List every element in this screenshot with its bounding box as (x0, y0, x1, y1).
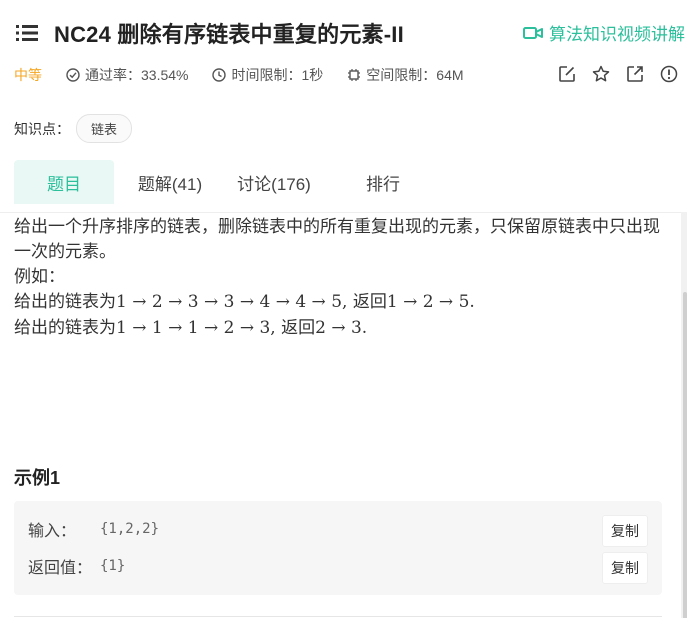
problem-tabs: 题目 题解(41) 讨论(176) 排行 (14, 160, 426, 204)
knowledge-tag[interactable]: 链表 (76, 114, 133, 143)
example-input-row: 输入： {1,2,2} 复制 (28, 514, 648, 547)
info-icon[interactable] (659, 64, 679, 84)
section-divider (14, 616, 662, 617)
input-label: 输入： (28, 523, 77, 540)
example-1-mid: , 返回 (342, 292, 387, 312)
problem-meta: 中等 通过率：33.54% 时间限制：1秒 空间限制：64M (14, 64, 488, 86)
tab-ranking[interactable]: 排行 (340, 160, 426, 204)
problem-header: NC24 删除有序链表中重复的元素-II 算法知识视频讲解 (0, 0, 687, 64)
content-divider (0, 212, 687, 213)
example-title: 示例1 (14, 468, 61, 488)
check-circle-icon (66, 68, 80, 82)
problem-description: 给出一个升序排序的链表，删除链表中的所有重复出现的元素，只保留原链表中只出现一次… (14, 214, 664, 341)
star-icon[interactable] (591, 64, 611, 84)
knowledge-points: 知识点： 链表 (14, 114, 133, 143)
tab-discussion[interactable]: 讨论(176) (220, 160, 328, 204)
chip-icon (348, 69, 361, 81)
time-limit: 时间限制：1秒 (212, 65, 323, 85)
tab-solutions[interactable]: 题解(41) (120, 160, 220, 204)
pass-rate-text: 通过率：33.54% (85, 67, 189, 83)
example-intro: 例如： (14, 267, 65, 286)
example-1-result: 1 → 2 → 5. (386, 292, 475, 312)
input-value: {1,2,2} (100, 521, 160, 537)
video-explanation-link[interactable]: 算法知识视频讲解 (523, 20, 685, 45)
difficulty-badge: 中等 (14, 67, 42, 83)
content-scrollbar[interactable] (681, 212, 687, 618)
example-box: 输入： {1,2,2} 复制 返回值： {1} 复制 (14, 501, 662, 595)
scrollbar-thumb[interactable] (683, 292, 687, 618)
clock-icon (212, 68, 227, 82)
example-2-prefix: 给出的链表为 (14, 318, 116, 337)
video-link-label: 算法知识视频讲解 (549, 25, 685, 44)
share-icon[interactable] (625, 64, 645, 84)
example-1-prefix: 给出的链表为 (14, 292, 116, 311)
problem-title: NC24 删除有序链表中重复的元素-II (54, 22, 404, 47)
space-limit: 空间限制：64M (347, 65, 464, 85)
edit-icon[interactable] (557, 64, 577, 84)
description-text: 给出一个升序排序的链表，删除链表中的所有重复出现的元素，只保留原链表中只出现一次… (14, 217, 660, 261)
example-line-2: 给出的链表为1 → 1 → 1 → 2 → 3, 返回2 → 3. (14, 315, 664, 341)
output-label: 返回值： (28, 560, 93, 577)
menu-icon[interactable] (16, 24, 38, 42)
copy-input-button[interactable]: 复制 (602, 515, 648, 547)
time-limit-text: 时间限制：1秒 (231, 67, 324, 83)
example-2-mid: , 返回 (270, 318, 316, 338)
example-output-row: 返回值： {1} 复制 (28, 551, 648, 584)
output-value: {1} (100, 558, 126, 574)
space-limit-text: 空间限制：64M (366, 67, 464, 83)
copy-output-button[interactable]: 复制 (602, 552, 648, 584)
pass-rate: 通过率：33.54% (66, 65, 188, 85)
example-line-1: 给出的链表为1 → 2 → 3 → 3 → 4 → 4 → 5, 返回1 → 2… (14, 289, 664, 315)
example-2-list: 1 → 1 → 1 → 2 → 3 (116, 318, 271, 338)
tab-problem[interactable]: 题目 (14, 160, 114, 204)
problem-actions (557, 64, 679, 84)
video-camera-icon (523, 26, 543, 39)
example-1-list: 1 → 2 → 3 → 3 → 4 → 4 → 5 (116, 292, 343, 312)
knowledge-label: 知识点： (14, 120, 70, 137)
example-2-result: 2 → 3. (315, 318, 368, 338)
